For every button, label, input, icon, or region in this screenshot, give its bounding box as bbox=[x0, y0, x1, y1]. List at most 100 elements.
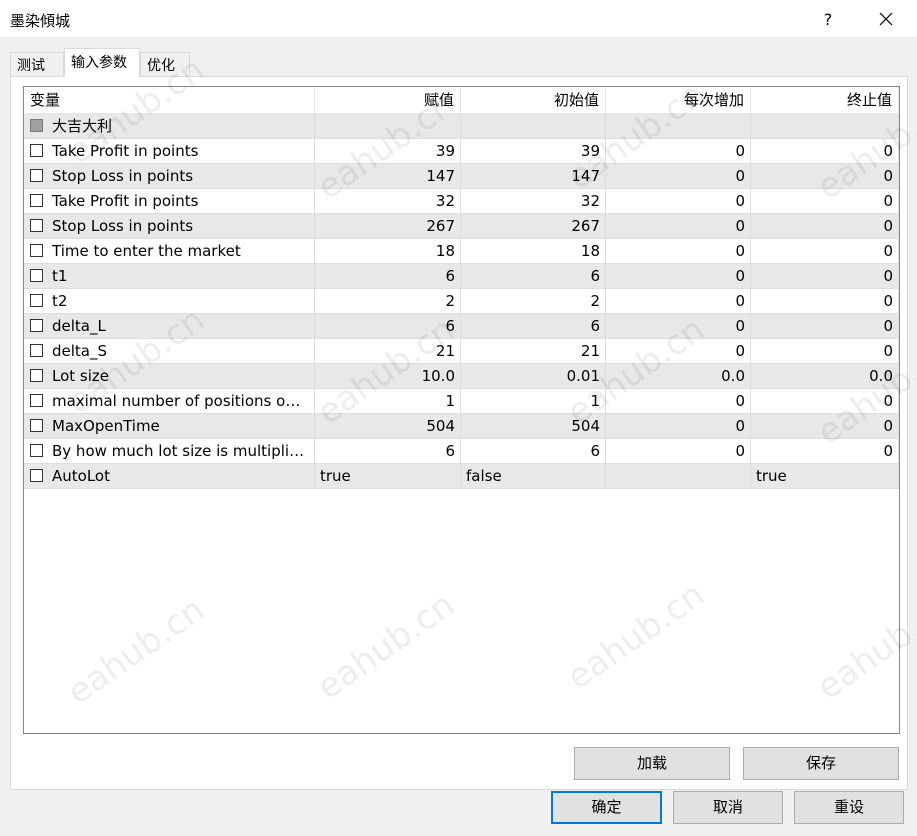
table-row[interactable]: Lot size 10.0 0.01 0.0 0.0 bbox=[24, 364, 899, 389]
cell-value[interactable]: 6 bbox=[315, 439, 461, 464]
table-row[interactable]: Take Profit in points 32 32 0 0 bbox=[24, 189, 899, 214]
table-row[interactable]: maximal number of positions ope... 1 1 0 0 bbox=[24, 389, 899, 414]
cell-stop[interactable] bbox=[751, 114, 899, 139]
table-row[interactable]: By how much lot size is multiplica... 6 6 0… bbox=[24, 439, 899, 464]
cell-value[interactable]: 10.0 bbox=[315, 364, 461, 389]
optimize-checkbox[interactable] bbox=[30, 244, 43, 257]
table-row[interactable]: Take Profit in points 39 39 0 0 bbox=[24, 139, 899, 164]
optimize-checkbox[interactable] bbox=[30, 344, 43, 357]
cell-start[interactable]: 18 bbox=[461, 239, 606, 264]
cell-variable[interactable]: Time to enter the market bbox=[24, 239, 315, 264]
cell-start[interactable]: 147 bbox=[461, 164, 606, 189]
cell-start[interactable]: 1 bbox=[461, 389, 606, 414]
optimize-checkbox[interactable] bbox=[30, 294, 43, 307]
cell-variable[interactable]: Stop Loss in points bbox=[24, 164, 315, 189]
cell-variable[interactable]: MaxOpenTime bbox=[24, 414, 315, 439]
column-header-stop[interactable]: 终止值 bbox=[751, 87, 899, 114]
cell-start[interactable]: 6 bbox=[461, 314, 606, 339]
cell-step[interactable]: 0 bbox=[606, 439, 751, 464]
table-row[interactable]: delta_L 6 6 0 0 bbox=[24, 314, 899, 339]
cell-variable[interactable]: By how much lot size is multiplica... bbox=[24, 439, 315, 464]
cell-step[interactable]: 0 bbox=[606, 214, 751, 239]
cell-variable[interactable]: Stop Loss in points bbox=[24, 214, 315, 239]
cancel-button[interactable]: 取消 bbox=[673, 791, 783, 824]
tab-inputs[interactable]: 输入参数 bbox=[64, 48, 140, 77]
cell-variable[interactable]: delta_L bbox=[24, 314, 315, 339]
cell-value[interactable]: 2 bbox=[315, 289, 461, 314]
table-row[interactable]: Time to enter the market 18 18 0 0 bbox=[24, 239, 899, 264]
cell-value[interactable]: 39 bbox=[315, 139, 461, 164]
cell-stop[interactable]: 0.0 bbox=[751, 364, 899, 389]
cell-stop[interactable]: 0 bbox=[751, 339, 899, 364]
cell-value[interactable] bbox=[315, 114, 461, 139]
optimize-checkbox[interactable] bbox=[30, 144, 43, 157]
cell-start[interactable]: 6 bbox=[461, 264, 606, 289]
cell-step[interactable]: 0 bbox=[606, 339, 751, 364]
cell-step[interactable]: 0 bbox=[606, 414, 751, 439]
cell-stop[interactable]: 0 bbox=[751, 439, 899, 464]
optimize-checkbox[interactable] bbox=[30, 419, 43, 432]
cell-stop[interactable]: 0 bbox=[751, 414, 899, 439]
cell-variable[interactable]: Lot size bbox=[24, 364, 315, 389]
cell-start[interactable]: 2 bbox=[461, 289, 606, 314]
cell-value[interactable]: 6 bbox=[315, 264, 461, 289]
optimize-checkbox[interactable] bbox=[30, 444, 43, 457]
cell-start[interactable]: 267 bbox=[461, 214, 606, 239]
table-row[interactable]: t1 6 6 0 0 bbox=[24, 264, 899, 289]
optimize-checkbox[interactable] bbox=[30, 169, 43, 182]
cell-value[interactable]: 147 bbox=[315, 164, 461, 189]
cell-stop[interactable]: true bbox=[751, 464, 899, 489]
cell-start[interactable]: 0.01 bbox=[461, 364, 606, 389]
reset-button[interactable]: 重设 bbox=[794, 791, 904, 824]
cell-start[interactable]: 504 bbox=[461, 414, 606, 439]
optimize-checkbox[interactable] bbox=[30, 369, 43, 382]
cell-step[interactable]: 0 bbox=[606, 189, 751, 214]
optimize-checkbox[interactable] bbox=[30, 194, 43, 207]
cell-variable[interactable]: delta_S bbox=[24, 339, 315, 364]
cell-variable[interactable]: t2 bbox=[24, 289, 315, 314]
cell-variable[interactable]: Take Profit in points bbox=[24, 189, 315, 214]
cell-stop[interactable]: 0 bbox=[751, 239, 899, 264]
cell-start[interactable]: false bbox=[461, 464, 606, 489]
cell-stop[interactable]: 0 bbox=[751, 289, 899, 314]
cell-stop[interactable]: 0 bbox=[751, 214, 899, 239]
cell-start[interactable]: 6 bbox=[461, 439, 606, 464]
table-row[interactable]: MaxOpenTime 504 504 0 0 bbox=[24, 414, 899, 439]
cell-value[interactable]: 21 bbox=[315, 339, 461, 364]
cell-value[interactable]: 1 bbox=[315, 389, 461, 414]
column-header-variable[interactable]: 变量 bbox=[24, 87, 315, 114]
cell-start[interactable]: 21 bbox=[461, 339, 606, 364]
cell-value[interactable]: 18 bbox=[315, 239, 461, 264]
cell-value[interactable]: 32 bbox=[315, 189, 461, 214]
optimize-checkbox[interactable] bbox=[30, 219, 43, 232]
table-row[interactable]: delta_S 21 21 0 0 bbox=[24, 339, 899, 364]
help-button[interactable]: ? bbox=[806, 0, 850, 38]
cell-variable[interactable]: AutoLot bbox=[24, 464, 315, 489]
cell-step[interactable]: 0 bbox=[606, 164, 751, 189]
cell-value[interactable]: 267 bbox=[315, 214, 461, 239]
optimize-checkbox[interactable] bbox=[30, 469, 43, 482]
cell-value[interactable]: true bbox=[315, 464, 461, 489]
cell-stop[interactable]: 0 bbox=[751, 264, 899, 289]
cell-variable[interactable]: 大吉大利 bbox=[24, 114, 315, 139]
cell-step[interactable]: 0 bbox=[606, 314, 751, 339]
cell-start[interactable] bbox=[461, 114, 606, 139]
cell-stop[interactable]: 0 bbox=[751, 314, 899, 339]
table-row[interactable]: Stop Loss in points 147 147 0 0 bbox=[24, 164, 899, 189]
table-row[interactable]: 大吉大利 bbox=[24, 114, 899, 139]
cell-step[interactable]: 0 bbox=[606, 239, 751, 264]
cell-start[interactable]: 32 bbox=[461, 189, 606, 214]
save-button[interactable]: 保存 bbox=[743, 747, 899, 780]
tab-test[interactable]: 测试 bbox=[10, 52, 64, 76]
ok-button[interactable]: 确定 bbox=[551, 791, 662, 824]
cell-variable[interactable]: Take Profit in points bbox=[24, 139, 315, 164]
cell-step[interactable]: 0 bbox=[606, 289, 751, 314]
cell-stop[interactable]: 0 bbox=[751, 189, 899, 214]
column-header-step[interactable]: 每次增加 bbox=[606, 87, 751, 114]
cell-stop[interactable]: 0 bbox=[751, 389, 899, 414]
close-button[interactable] bbox=[864, 0, 908, 38]
optimize-checkbox[interactable] bbox=[30, 319, 43, 332]
table-row[interactable]: t2 2 2 0 0 bbox=[24, 289, 899, 314]
cell-step[interactable] bbox=[606, 464, 751, 489]
column-header-value[interactable]: 赋值 bbox=[315, 87, 461, 114]
